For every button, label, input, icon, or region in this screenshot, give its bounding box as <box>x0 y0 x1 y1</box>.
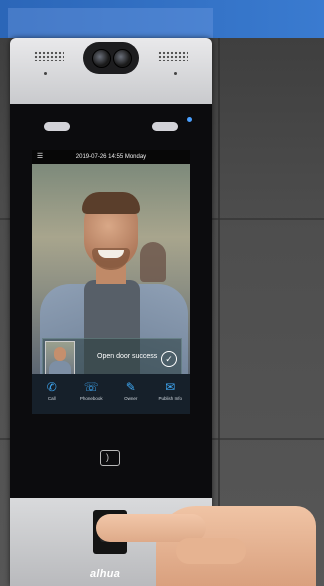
camera-lens <box>92 49 111 68</box>
indicator-dot <box>174 72 177 75</box>
owner-icon: ✎ <box>125 380 136 394</box>
notification-text: Open door success <box>97 353 158 360</box>
status-led <box>187 117 192 122</box>
hair <box>82 192 140 214</box>
menu-item-phonebook[interactable]: ☏ Phonebook <box>72 374 112 414</box>
device-top-cap <box>10 38 212 104</box>
speaker-grille <box>34 51 64 61</box>
menu-item-owner[interactable]: ✎ Owner <box>111 374 151 414</box>
menu-icon[interactable]: ☰ <box>36 153 44 161</box>
publish-info-icon: ✉ <box>165 380 176 394</box>
card-reader-icon[interactable] <box>100 450 120 466</box>
menu-item-call[interactable]: ✆ Call <box>32 374 72 414</box>
fill-light <box>152 122 178 131</box>
background-person <box>140 242 166 282</box>
nfc-waves-icon: ) <box>106 452 109 462</box>
banner-overlay <box>8 8 213 38</box>
smile <box>98 250 124 258</box>
hand <box>96 498 316 586</box>
speaker-grille <box>158 51 188 61</box>
thumb <box>176 538 246 564</box>
status-bar: ☰ 2019-07-26 14:55 Monday <box>32 150 190 164</box>
indicator-dot <box>44 72 47 75</box>
touch-screen[interactable]: ☰ 2019-07-26 14:55 Monday Open door succ… <box>32 150 190 414</box>
dual-camera <box>83 42 139 74</box>
visitor-photo: Open door success ✓ <box>32 164 190 384</box>
bottom-menu: ✆ Call ☏ Phonebook ✎ Owner ✉ Publish Inf… <box>32 374 190 414</box>
fill-light <box>44 122 70 131</box>
check-icon: ✓ <box>161 351 177 367</box>
status-datetime: 2019-07-26 14:55 Monday <box>75 154 147 160</box>
phone-icon: ✆ <box>46 380 57 394</box>
phonebook-icon: ☏ <box>83 380 99 394</box>
menu-item-publish-info[interactable]: ✉ Publish Info <box>151 374 191 414</box>
camera-lens <box>113 49 132 68</box>
